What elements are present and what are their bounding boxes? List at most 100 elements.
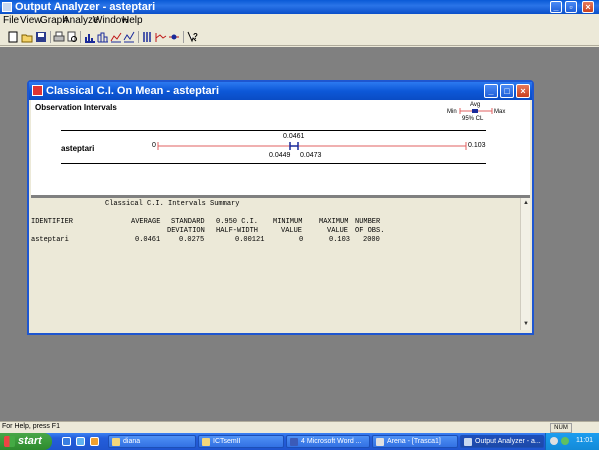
show-desktop-icon[interactable]: [62, 437, 71, 446]
row-min: 0: [299, 236, 304, 244]
task-output-analyzer[interactable]: Output Analyzer - a...: [460, 435, 544, 448]
upper-ci-label: 0.0473: [300, 152, 322, 159]
window-icon[interactable]: [32, 85, 43, 96]
scroll-up-arrow-icon[interactable]: ▲: [522, 199, 530, 207]
correlogram-icon[interactable]: [123, 31, 135, 43]
plot-top-rule: [61, 130, 486, 131]
windows-flag-icon: [4, 436, 15, 447]
header-average: AVERAGE: [131, 218, 161, 226]
series-label: asteptari: [61, 144, 95, 153]
interval-plot: Observation Intervals Avg Min Max 95% CL…: [31, 100, 530, 195]
ci-window-titlebar[interactable]: Classical C.I. On Mean - asteptari _ □ ×: [29, 82, 532, 100]
line-plot-icon[interactable]: [110, 31, 122, 43]
summary-scrollbar[interactable]: ▲ ▼: [520, 198, 530, 330]
legend-cl: 95% CL: [462, 116, 484, 122]
arena-icon: [376, 438, 384, 446]
plot-title: Observation Intervals: [35, 103, 117, 112]
folder-icon: [112, 438, 120, 446]
app-titlebar[interactable]: Output Analyzer - asteptari _ ▫ ×: [0, 0, 599, 14]
legend-max: Max: [494, 109, 506, 115]
menubar: File View Graph Analyze Window Help: [0, 14, 599, 28]
header-ci: 0.950 C.I.: [216, 218, 259, 226]
interval-icon[interactable]: [142, 31, 154, 43]
bar-chart-icon[interactable]: [84, 31, 96, 43]
scroll-down-arrow-icon[interactable]: ▼: [522, 320, 530, 328]
close-button[interactable]: ×: [582, 1, 594, 13]
row-std-dev: 0.0275: [179, 236, 205, 244]
row-max: 0.103: [329, 236, 351, 244]
save-icon[interactable]: [35, 31, 47, 43]
task-label: Arena - [Trasca1]: [387, 438, 441, 445]
header-of-obs: OF OBS.: [355, 227, 385, 235]
taskbar: start diana ICTsemII 4 Microsoft Word ..…: [0, 433, 599, 450]
header-minimum: MINIMUM: [273, 218, 303, 226]
status-bar: For Help, press F1 NUM: [0, 421, 599, 433]
row-half-width: 0.00121: [235, 236, 265, 244]
interval-line: [157, 142, 467, 150]
header-deviation: DEVIATION: [167, 227, 205, 235]
max-value-label: 0.103: [468, 142, 486, 149]
moving-average-icon[interactable]: [155, 31, 167, 43]
task-arena[interactable]: Arena - [Trasca1]: [372, 435, 458, 448]
context-help-icon[interactable]: ?: [187, 31, 199, 43]
header-value-max: VALUE: [327, 227, 349, 235]
header-identifier: IDENTIFIER: [31, 218, 74, 226]
header-value-min: VALUE: [281, 227, 303, 235]
header-number: NUMBER: [355, 218, 381, 226]
row-identifier: asteptari: [31, 236, 69, 244]
child-maximize-button[interactable]: □: [500, 84, 514, 98]
plot-bottom-rule: [61, 163, 486, 164]
row-n: 2000: [363, 236, 380, 244]
app-title: Output Analyzer - asteptari: [15, 1, 156, 13]
print-preview-icon[interactable]: [66, 31, 78, 43]
media-player-icon[interactable]: [90, 437, 99, 446]
new-icon[interactable]: [7, 31, 19, 43]
open-icon[interactable]: [21, 31, 33, 43]
ci-window-title: Classical C.I. On Mean - asteptari: [46, 85, 220, 97]
legend-min: Min: [447, 109, 457, 115]
header-half-width: HALF-WIDTH: [216, 227, 259, 235]
summary-title: Classical C.I. Intervals Summary: [105, 200, 240, 208]
row-average: 0.0461: [135, 236, 161, 244]
start-label: start: [18, 435, 42, 447]
toolbar-separator: [183, 31, 184, 43]
task-diana[interactable]: diana: [108, 435, 196, 448]
restore-button[interactable]: ▫: [565, 1, 577, 13]
histogram-icon[interactable]: [97, 31, 109, 43]
status-help-text: For Help, press F1: [2, 423, 60, 430]
menu-view[interactable]: View: [20, 15, 42, 27]
child-minimize-button[interactable]: _: [484, 84, 498, 98]
folder-icon: [202, 438, 210, 446]
task-ictsemii[interactable]: ICTsemII: [198, 435, 284, 448]
header-maximum: MAXIMUM: [319, 218, 349, 226]
network-icon[interactable]: [561, 437, 569, 445]
start-button[interactable]: start: [0, 433, 52, 450]
task-label: ICTsemII: [213, 438, 241, 445]
task-label: Output Analyzer - a...: [475, 438, 541, 445]
ci-marker: [289, 142, 299, 150]
minimize-button[interactable]: _: [550, 1, 562, 13]
summary-pane: Classical C.I. Intervals Summary IDENTIF…: [31, 198, 520, 330]
internet-explorer-icon[interactable]: [76, 437, 85, 446]
child-close-button[interactable]: ×: [516, 84, 530, 98]
menu-file[interactable]: File: [3, 15, 19, 27]
word-icon: [290, 438, 298, 446]
system-tray: 11:01: [545, 433, 599, 450]
output-analyzer-icon: [464, 438, 472, 446]
ci-window: Classical C.I. On Mean - asteptari _ □ ×…: [27, 80, 534, 335]
toolbar-separator: [80, 31, 81, 43]
avg-value-label: 0.0461: [283, 133, 305, 140]
legend: Avg Min Max 95% CL: [447, 102, 507, 124]
toolbar-separator: [138, 31, 139, 43]
task-label: 4 Microsoft Word ...: [301, 438, 362, 445]
toolbar: ?: [0, 28, 599, 46]
task-word[interactable]: 4 Microsoft Word ...: [286, 435, 370, 448]
app-icon[interactable]: [2, 2, 12, 12]
lower-ci-label: 0.0449: [269, 152, 291, 159]
volume-icon[interactable]: [550, 437, 558, 445]
header-standard: STANDARD: [171, 218, 205, 226]
point-icon[interactable]: [168, 31, 180, 43]
svg-text:?: ?: [193, 32, 198, 41]
print-icon[interactable]: [53, 31, 65, 43]
menu-help[interactable]: Help: [122, 15, 143, 27]
